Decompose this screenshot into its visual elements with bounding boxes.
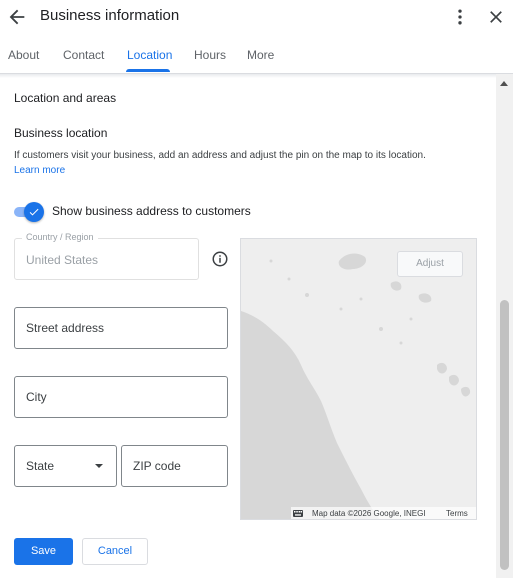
street-address-field[interactable]: Street address	[14, 307, 228, 349]
scrollbar[interactable]	[496, 74, 513, 578]
city-placeholder: City	[26, 390, 47, 404]
tabs-shadow	[0, 74, 513, 78]
map-terms-link[interactable]: Terms	[446, 509, 468, 518]
close-icon[interactable]	[486, 7, 506, 27]
dialog-title: Business information	[40, 7, 180, 24]
map-attribution: Map data ©2026 Google, INEGI Terms	[291, 507, 476, 519]
tab-bar: About Contact Location Hours More	[0, 36, 513, 74]
tab-more[interactable]: More	[247, 48, 274, 62]
country-field[interactable]: United States	[14, 238, 199, 280]
tab-contact[interactable]: Contact	[63, 48, 104, 62]
show-address-toggle[interactable]	[14, 202, 44, 222]
scrollbar-thumb[interactable]	[500, 300, 509, 570]
keyboard-icon[interactable]	[293, 510, 303, 517]
zip-code-placeholder: ZIP code	[133, 459, 181, 473]
toggle-thumb	[24, 202, 44, 222]
save-button[interactable]: Save	[14, 538, 73, 565]
arrow-back-icon[interactable]	[6, 6, 28, 28]
state-placeholder: State	[26, 459, 55, 473]
location-map[interactable]: Adjust Map data ©2026 Google, INEGI Term…	[240, 238, 477, 520]
country-value: United States	[26, 253, 99, 267]
adjust-pin-button[interactable]: Adjust	[397, 251, 463, 277]
learn-more-link[interactable]: Learn more	[14, 165, 65, 176]
state-select[interactable]: State	[14, 445, 117, 487]
map-data-credit: Map data ©2026 Google, INEGI	[312, 509, 426, 518]
zip-code-field[interactable]: ZIP code	[121, 445, 228, 487]
street-address-placeholder: Street address	[26, 321, 105, 335]
check-icon	[29, 208, 39, 216]
tab-about[interactable]: About	[8, 48, 39, 62]
more-vert-icon[interactable]	[450, 7, 470, 27]
country-label: Country / Region	[22, 232, 98, 242]
help-text: If customers visit your business, add an…	[14, 150, 426, 161]
dropdown-arrow-icon	[95, 464, 103, 468]
dialog-header: Business information	[0, 0, 513, 36]
scroll-up-icon[interactable]	[500, 81, 508, 86]
subsection-title: Business location	[14, 126, 108, 140]
active-tab-indicator	[126, 69, 170, 72]
tab-location[interactable]: Location	[127, 48, 172, 62]
city-field[interactable]: City	[14, 376, 228, 418]
section-title: Location and areas	[14, 91, 117, 105]
tab-hours[interactable]: Hours	[194, 48, 226, 62]
toggle-label: Show business address to customers	[52, 204, 251, 218]
map-terrain	[241, 239, 476, 519]
cancel-button[interactable]: Cancel	[82, 538, 148, 565]
info-icon[interactable]	[211, 250, 229, 268]
